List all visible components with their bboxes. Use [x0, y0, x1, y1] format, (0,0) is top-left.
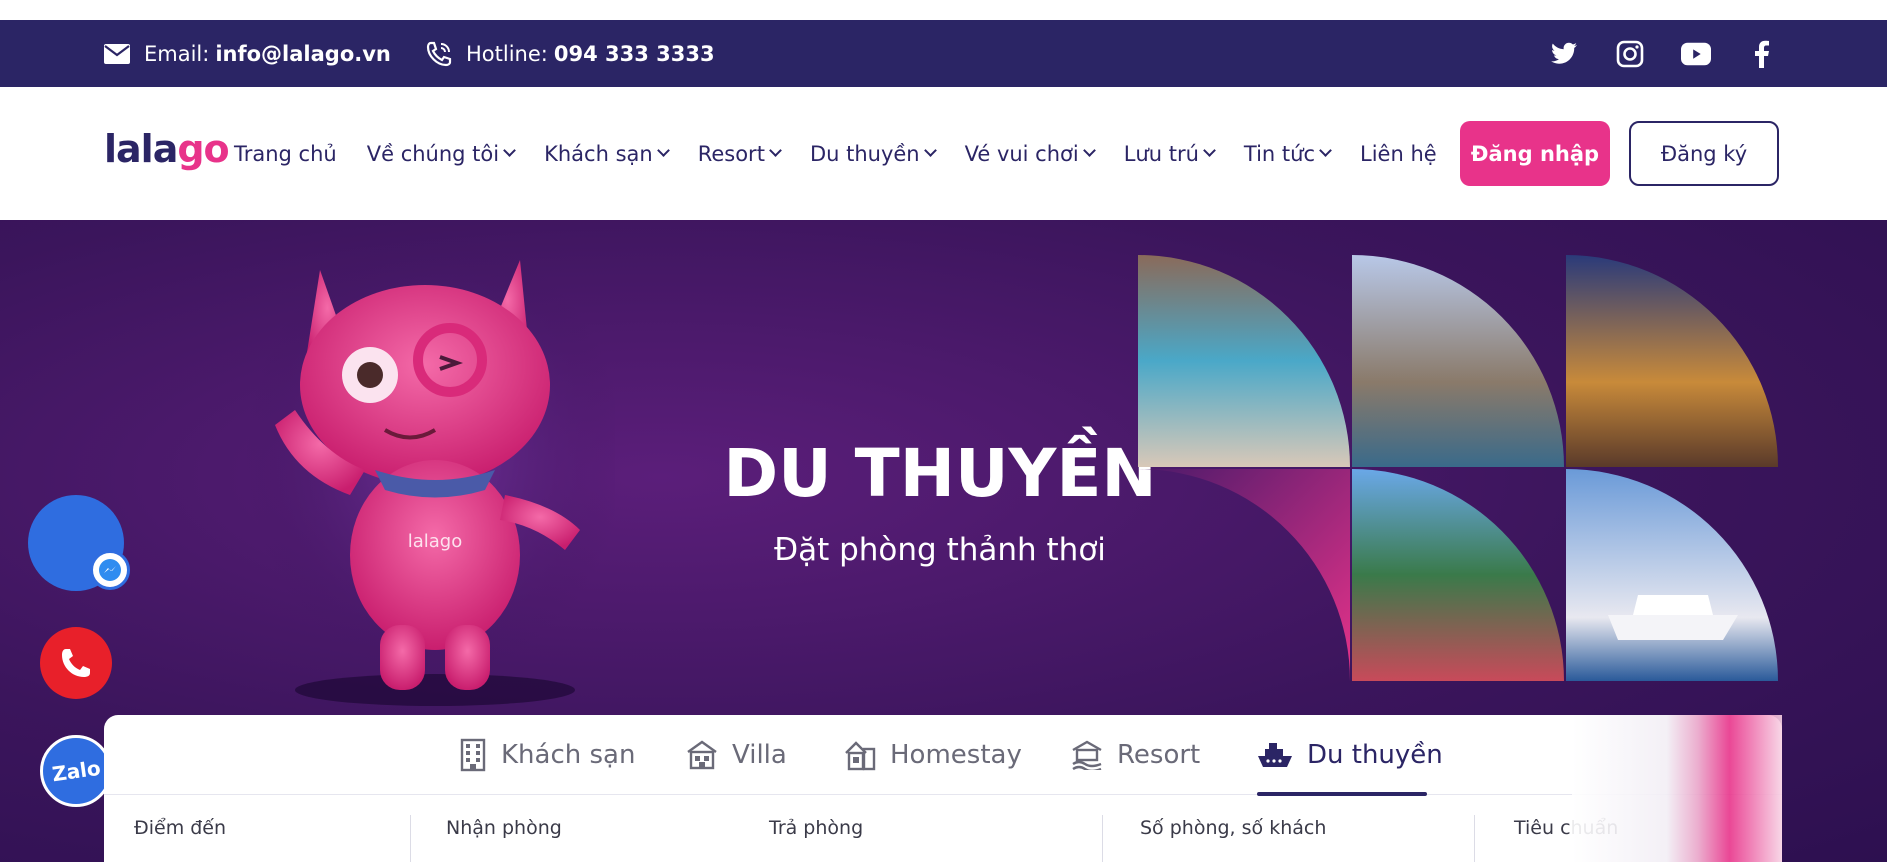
- tab-label: Villa: [732, 740, 787, 770]
- tab-label: Resort: [1117, 740, 1201, 770]
- nav-item-label: Vé vui chơi: [964, 141, 1079, 166]
- building-icon: [460, 738, 486, 772]
- hotline-label: Hotline:: [466, 41, 548, 66]
- nav-item-du-thuyen[interactable]: Du thuyền: [809, 141, 937, 166]
- checkin-field[interactable]: Nhận phòng: [446, 795, 562, 862]
- chevron-down-icon: [1082, 144, 1096, 157]
- chevron-down-icon: [769, 144, 782, 157]
- zalo-button[interactable]: Zalo: [40, 735, 112, 807]
- villa-icon: [687, 740, 717, 770]
- zalo-label: Zalo: [50, 755, 102, 787]
- booking-tabs: Khách sạn Villa Homestay Resort Du thuyề…: [104, 715, 1782, 796]
- messenger-button[interactable]: [28, 495, 130, 591]
- blurred-overlay: [1572, 715, 1782, 862]
- messenger-icon: [90, 550, 130, 590]
- email-value[interactable]: info@lalago.vn: [215, 42, 391, 66]
- resort-icon: [1072, 740, 1102, 770]
- social-links: [1549, 20, 1777, 87]
- tab-du-thuyen[interactable]: Du thuyền: [1257, 733, 1443, 777]
- nav-item-label: Liên hệ: [1360, 141, 1437, 166]
- phone-icon: [426, 41, 452, 66]
- facebook-icon[interactable]: [1747, 39, 1777, 69]
- checkout-field[interactable]: Trả phòng: [769, 795, 863, 862]
- youtube-icon[interactable]: [1681, 39, 1711, 69]
- field-divider: [1474, 815, 1475, 862]
- phone-icon: [62, 649, 90, 677]
- fox-mascot-image: lalago: [245, 235, 615, 706]
- chevron-down-icon: [503, 144, 516, 157]
- nav-item-label: Resort: [697, 141, 765, 166]
- mascot-badge: lalago: [408, 531, 463, 552]
- booking-fields: Điểm đến Nhận phòng Trả phòng Số phòng, …: [104, 795, 1782, 862]
- nav-item-label: Khách sạn: [544, 141, 653, 166]
- tab-resort[interactable]: Resort: [1071, 733, 1200, 777]
- email-label: Email:: [144, 41, 210, 66]
- destination-field[interactable]: Điểm đến: [134, 795, 226, 862]
- hotline-value[interactable]: 094 333 3333: [554, 42, 715, 66]
- chevron-down-icon: [1319, 144, 1332, 157]
- browser-strip: [0, 0, 1887, 20]
- main-navbar: lalago Trang chủ Về chúng tôi Khách sạn …: [0, 87, 1887, 220]
- nav-item-tin-tuc[interactable]: Tin tức: [1243, 141, 1332, 166]
- booking-search-panel: Khách sạn Villa Homestay Resort Du thuyề…: [104, 715, 1782, 862]
- chevron-down-icon: [1203, 144, 1216, 157]
- destination-photo-collage: [1138, 255, 1778, 681]
- tab-label: Khách sạn: [501, 740, 636, 770]
- logo-text-lala: lala: [104, 127, 178, 171]
- nav-menu: Trang chủ Về chúng tôi Khách sạn Resort …: [234, 87, 1437, 220]
- email-contact[interactable]: Email: info@lalago.vn: [104, 20, 391, 87]
- nav-item-label: Du thuyền: [809, 141, 920, 166]
- chevron-down-icon: [656, 144, 670, 157]
- nav-item-trang-chu[interactable]: Trang chủ: [234, 142, 337, 166]
- homestay-icon: [845, 741, 876, 771]
- nav-item-khach-san[interactable]: Khách sạn: [544, 141, 670, 166]
- nav-item-ve-chung-toi[interactable]: Về chúng tôi: [366, 141, 516, 166]
- twitter-icon[interactable]: [1549, 39, 1579, 69]
- nav-item-luu-tru[interactable]: Lưu trú: [1123, 141, 1216, 166]
- nav-item-ve-vui-choi[interactable]: Vé vui chơi: [964, 141, 1096, 166]
- tab-villa[interactable]: Villa: [686, 733, 787, 777]
- nav-item-resort[interactable]: Resort: [697, 141, 782, 166]
- chevron-down-icon: [923, 144, 937, 157]
- field-divider: [410, 815, 411, 862]
- lalago-logo[interactable]: lalago: [104, 127, 230, 171]
- tab-label: Du thuyền: [1307, 740, 1443, 770]
- nav-item-lien-he[interactable]: Liên hệ: [1360, 142, 1437, 166]
- phone-call-button[interactable]: [40, 627, 112, 699]
- nav-item-label: Lưu trú: [1123, 141, 1199, 166]
- login-button[interactable]: Đăng nhập: [1460, 121, 1610, 186]
- tab-homestay[interactable]: Homestay: [844, 733, 1022, 777]
- mail-icon: [104, 43, 130, 64]
- instagram-icon[interactable]: [1615, 39, 1645, 69]
- field-divider: [1102, 815, 1103, 862]
- rooms-guests-field[interactable]: Số phòng, số khách: [1140, 795, 1326, 862]
- nav-item-label: Về chúng tôi: [366, 141, 500, 166]
- tab-khach-san[interactable]: Khách sạn: [459, 733, 635, 777]
- logo-text-go: go: [177, 127, 229, 171]
- tab-label: Homestay: [890, 740, 1022, 770]
- cruise-ship-icon: [1258, 743, 1292, 767]
- contact-bar: Email: info@lalago.vn Hotline: 094 333 3…: [0, 20, 1887, 87]
- nav-item-label: Tin tức: [1243, 141, 1315, 166]
- register-button[interactable]: Đăng ký: [1629, 121, 1779, 186]
- hotline-contact[interactable]: Hotline: 094 333 3333: [426, 20, 715, 87]
- nav-item-label: Trang chủ: [234, 141, 337, 166]
